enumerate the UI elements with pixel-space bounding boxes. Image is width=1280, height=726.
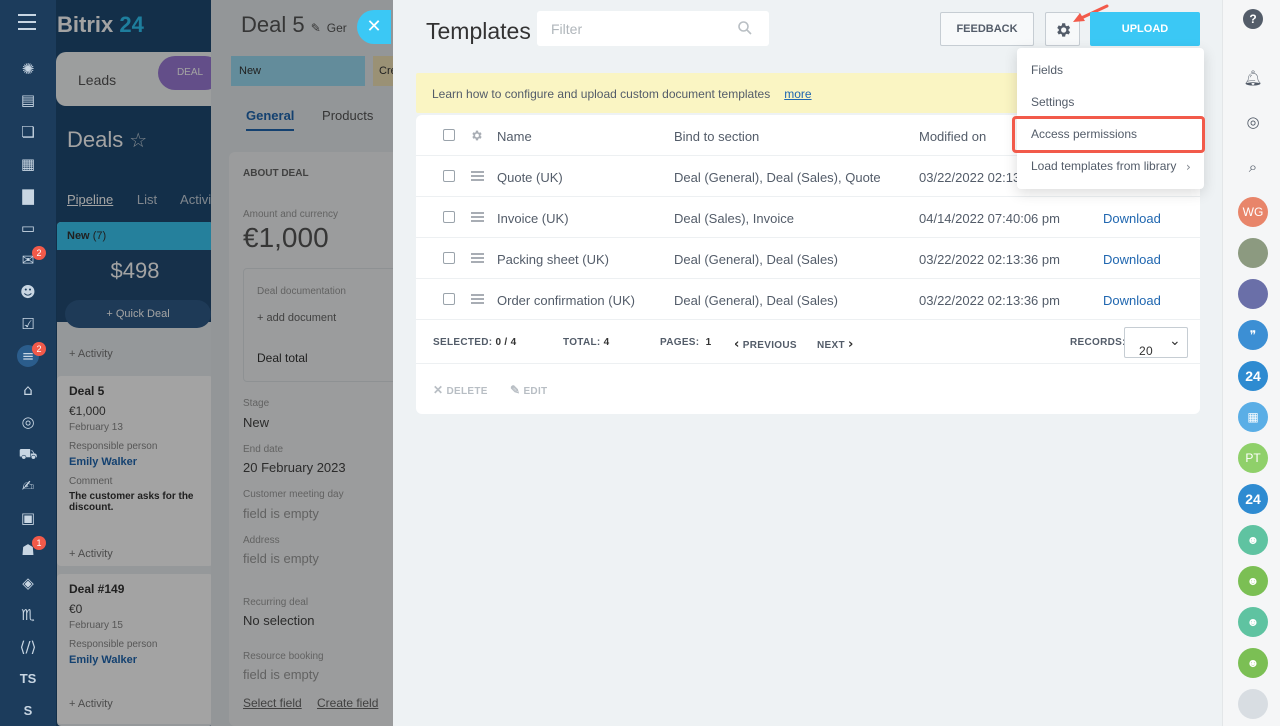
row-checkbox[interactable] bbox=[443, 252, 455, 264]
menu-icon[interactable] bbox=[18, 14, 36, 30]
settings-dropdown: Fields Settings Access permissions Load … bbox=[1012, 48, 1205, 189]
pages-count: PAGES: 1 bbox=[660, 337, 712, 348]
bank-icon[interactable]: ⌂ bbox=[17, 379, 39, 401]
developer-icon[interactable]: ⟨/⟩ bbox=[17, 636, 39, 658]
bitrix24-chat[interactable]: 24 bbox=[1238, 484, 1268, 514]
total-count: TOTAL: 4 bbox=[563, 337, 610, 348]
avatar[interactable] bbox=[1238, 689, 1268, 719]
row-checkbox[interactable] bbox=[443, 211, 455, 223]
avatar[interactable] bbox=[1238, 238, 1268, 268]
chevron-right-icon: › bbox=[1186, 160, 1191, 174]
group-chat-icon[interactable]: ☻ bbox=[1238, 607, 1268, 637]
drag-handle-icon[interactable] bbox=[471, 253, 484, 263]
edit-button[interactable]: ✎ EDIT bbox=[510, 383, 547, 397]
filter-box bbox=[537, 11, 769, 46]
cart-icon[interactable]: ⛟ bbox=[17, 443, 39, 465]
bitrix24-chat[interactable]: 24 bbox=[1238, 361, 1268, 391]
menu-item-fields[interactable]: Fields bbox=[1031, 63, 1063, 77]
drag-handle-icon[interactable] bbox=[471, 171, 484, 181]
feedback-button[interactable]: FEEDBACK bbox=[940, 12, 1034, 46]
help-icon[interactable]: ? bbox=[1243, 9, 1263, 29]
pencil-icon: ✎ bbox=[510, 383, 521, 397]
close-icon: ✕ bbox=[433, 383, 444, 397]
previous-button[interactable]: ‹ PREVIOUS bbox=[734, 337, 797, 352]
filter-input[interactable] bbox=[537, 11, 769, 46]
documents-icon[interactable]: ▇ bbox=[17, 185, 39, 207]
signature-icon[interactable]: ✍ bbox=[17, 475, 39, 497]
selected-count: SELECTED: 0 / 4 bbox=[433, 337, 517, 348]
row-checkbox[interactable] bbox=[443, 293, 455, 305]
upload-button[interactable]: UPLOAD bbox=[1090, 12, 1200, 46]
table-row[interactable]: Packing sheet (UK) Deal (General), Deal … bbox=[416, 238, 1200, 279]
checklist-icon[interactable]: ☑ bbox=[17, 313, 39, 335]
avatar[interactable]: WG bbox=[1238, 197, 1268, 227]
download-link[interactable]: Download bbox=[1103, 211, 1161, 226]
right-sidebar: ? 🔔︎ ◎ ⌕ WG ❞ 24 ▦ PT 24 ☻ ☻ ☻ ☻ bbox=[1222, 0, 1280, 726]
table-row[interactable]: Order confirmation (UK) Deal (General), … bbox=[416, 279, 1200, 320]
table-row[interactable]: Invoice (UK) Deal (Sales), Invoice 04/14… bbox=[416, 197, 1200, 238]
calendar-chat-icon[interactable]: ▦ bbox=[1238, 402, 1268, 432]
mail-badge: 2 bbox=[32, 246, 46, 260]
download-link[interactable]: Download bbox=[1103, 252, 1161, 267]
ts-item[interactable]: TS bbox=[17, 668, 39, 690]
row-checkbox[interactable] bbox=[443, 170, 455, 182]
records-select[interactable]: 20 ⌄ bbox=[1124, 327, 1188, 358]
group-chat-icon[interactable]: ☻ bbox=[1238, 566, 1268, 596]
menu-item-load-templates[interactable]: Load templates from library bbox=[1031, 159, 1176, 173]
drive-icon[interactable]: ▭ bbox=[17, 217, 39, 239]
group-chat-icon[interactable]: ☻ bbox=[1238, 648, 1268, 678]
delete-button[interactable]: ✕ DELETE bbox=[433, 383, 488, 397]
records-label: RECORDS: bbox=[1070, 337, 1126, 348]
column-name[interactable]: Name bbox=[497, 129, 532, 144]
s-item[interactable]: S bbox=[17, 700, 39, 722]
bell-icon[interactable]: 🔔︎ bbox=[1243, 68, 1263, 88]
feed-icon[interactable]: ✺ bbox=[17, 58, 39, 80]
avatar[interactable]: PT bbox=[1238, 443, 1268, 473]
chat-icon[interactable]: ❏ bbox=[17, 121, 39, 143]
marketplace-icon[interactable]: ♏ bbox=[17, 604, 39, 626]
target-icon[interactable]: ◎ bbox=[17, 411, 39, 433]
contact-card-icon[interactable]: ▣ bbox=[17, 507, 39, 529]
chat-group-icon[interactable]: ❞ bbox=[1238, 320, 1268, 350]
crm-badge: 2 bbox=[32, 342, 46, 356]
more-link[interactable]: more bbox=[784, 87, 811, 101]
page-title: Templates bbox=[426, 18, 531, 44]
close-icon: ✕ bbox=[366, 16, 382, 37]
table-footer: SELECTED: 0 / 4 TOTAL: 4 PAGES: 1 ‹ PREV… bbox=[416, 321, 1200, 364]
gear-icon[interactable] bbox=[470, 129, 483, 142]
calendar-icon[interactable]: ▦ bbox=[17, 153, 39, 175]
column-bind[interactable]: Bind to section bbox=[674, 129, 759, 144]
next-button[interactable]: NEXT › bbox=[817, 337, 854, 352]
robot-badge: 1 bbox=[32, 536, 46, 550]
group-chat-icon[interactable]: ☻ bbox=[1238, 525, 1268, 555]
menu-item-settings[interactable]: Settings bbox=[1031, 95, 1074, 109]
chevron-left-icon: ‹ bbox=[734, 337, 740, 352]
close-panel-button[interactable]: ✕ bbox=[357, 10, 391, 44]
chat-search-icon[interactable]: ◎ bbox=[1243, 112, 1263, 132]
box-icon[interactable]: ◈ bbox=[17, 572, 39, 594]
bulk-actions: ✕ DELETE ✎ EDIT bbox=[416, 365, 1200, 414]
download-link[interactable]: Download bbox=[1103, 293, 1161, 308]
templates-panel: Templates FEEDBACK UPLOAD Learn how to c… bbox=[393, 0, 1222, 726]
groups-icon[interactable]: ☻ bbox=[17, 281, 39, 303]
info-banner: Learn how to configure and upload custom… bbox=[416, 73, 1066, 113]
left-navigation: ✺ ▤ ❏ ▦ ▇ ▭ ✉ 2 ☻ ☑ ≡ 2 ⌂ ◎ ⛟ ✍ ▣ ☗ 1 ◈ … bbox=[0, 0, 56, 726]
select-all-checkbox[interactable] bbox=[443, 129, 455, 141]
avatar[interactable] bbox=[1238, 279, 1268, 309]
tasks-icon[interactable]: ▤ bbox=[17, 89, 39, 111]
search-icon[interactable] bbox=[737, 20, 753, 36]
search-icon[interactable]: ⌕ bbox=[1243, 157, 1263, 177]
chevron-right-icon: › bbox=[847, 337, 854, 352]
chevron-down-icon: ⌄ bbox=[1169, 333, 1182, 349]
drag-handle-icon[interactable] bbox=[471, 212, 484, 222]
menu-item-access-permissions[interactable]: Access permissions bbox=[1031, 127, 1137, 141]
drag-handle-icon[interactable] bbox=[471, 294, 484, 304]
